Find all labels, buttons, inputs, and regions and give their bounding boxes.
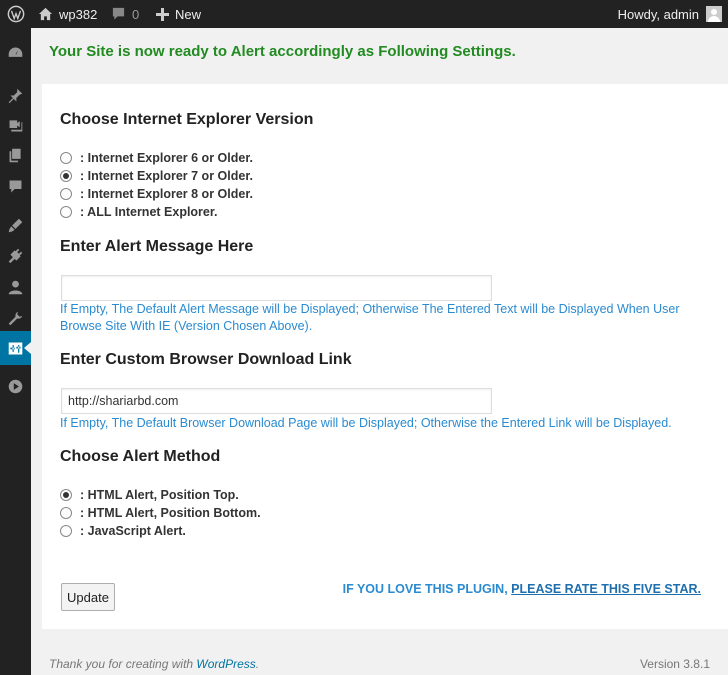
comments-count: 0 [132,6,140,22]
menu-comments[interactable] [0,169,31,203]
ie-option-label: : Internet Explorer 7 or Older. [80,169,253,183]
pin-icon [8,88,23,103]
comments-link[interactable]: 0 [111,0,139,28]
menu-media[interactable] [0,108,31,142]
footer-thanks: Thank you for creating with WordPress. [49,657,259,671]
ie-option-label: : Internet Explorer 8 or Older. [80,187,253,201]
site-name: wp382 [59,6,98,22]
avatar [706,6,722,22]
download-link-help: If Empty, The Default Browser Download P… [60,416,672,430]
new-label: New [175,6,202,22]
media-icon [9,119,23,131]
comment-icon [9,180,22,192]
appearance-icon [8,218,23,232]
ie-option-row[interactable]: : Internet Explorer 8 or Older. [60,186,253,202]
menu-settings[interactable] [0,331,31,365]
wordpress-logo-button[interactable] [0,0,31,28]
ie-option-radio[interactable] [60,170,72,182]
tools-icon [8,311,23,325]
rate-plugin-link[interactable]: PLEASE RATE THIS FIVE STAR. [511,582,701,596]
home-icon [38,7,53,21]
download-link-input[interactable] [61,388,492,414]
ie-option-row[interactable]: : Internet Explorer 6 or Older. [60,150,253,166]
site-name-link[interactable]: wp382 [38,0,97,28]
my-account-menu[interactable]: Howdy, admin [618,0,722,28]
comment-bubble-icon [112,7,125,20]
method-option-radio[interactable] [60,507,72,519]
success-notice: Your Site is now ready to Alert accordin… [49,43,516,60]
method-option-row[interactable]: : JavaScript Alert. [60,523,186,539]
dashboard-icon [8,47,23,57]
alert-message-input[interactable] [61,275,492,301]
update-button[interactable]: Update [61,583,115,611]
footer-thanks-text: Thank you for creating with [49,657,197,671]
ie-option-row[interactable]: : ALL Internet Explorer. [60,204,218,220]
admin-side-menu [0,28,31,675]
footer-period: . [255,657,260,671]
wordpress-logo-icon [7,5,24,23]
ie-option-row[interactable]: : Internet Explorer 7 or Older. [60,168,253,184]
rate-plugin-text: IF YOU LOVE THIS PLUGIN, PLEASE RATE THI… [343,582,701,596]
menu-posts[interactable] [0,78,31,112]
ie-option-label: : ALL Internet Explorer. [80,205,218,219]
alert-message-help: If Empty, The Default Alert Message will… [60,302,680,333]
ie-option-label: : Internet Explorer 6 or Older. [80,151,253,165]
menu-appearance[interactable] [0,208,31,242]
menu-collapse[interactable] [0,369,31,403]
users-icon [8,280,23,294]
method-option-row[interactable]: : HTML Alert, Position Bottom. [60,505,261,521]
footer-version: Version 3.8.1 [639,657,710,671]
pages-icon [9,148,21,162]
plugins-icon [8,248,23,263]
wordpress-link[interactable]: WordPress [196,657,255,671]
method-option-radio[interactable] [60,525,72,537]
menu-plugins[interactable] [0,238,31,272]
menu-pages[interactable] [0,138,31,172]
new-content-button[interactable]: New [156,0,201,28]
method-option-label: : HTML Alert, Position Bottom. [80,506,261,520]
method-option-radio[interactable] [60,489,72,501]
collapse-icon [8,379,23,393]
method-option-row[interactable]: : HTML Alert, Position Top. [60,487,239,503]
admin-bar: wp382 0 New Howdy, admin [0,0,728,28]
ie-option-radio[interactable] [60,188,72,200]
ie-option-radio[interactable] [60,206,72,218]
plus-icon [156,7,169,21]
alert-method-heading: Choose Alert Method [60,448,221,465]
ie-option-radio[interactable] [60,152,72,164]
menu-users[interactable] [0,270,31,304]
method-option-label: : JavaScript Alert. [80,524,186,538]
rate-prefix: IF YOU LOVE THIS PLUGIN, [342,582,512,596]
method-option-label: : HTML Alert, Position Top. [80,488,239,502]
alert-message-heading: Enter Alert Message Here [60,238,254,255]
ie-version-heading: Choose Internet Explorer Version [60,111,314,128]
settings-icon [8,342,23,354]
download-link-heading: Enter Custom Browser Download Link [60,351,352,368]
menu-tools[interactable] [0,301,31,335]
menu-dashboard[interactable] [0,36,31,70]
howdy-text: Howdy, admin [617,6,699,22]
